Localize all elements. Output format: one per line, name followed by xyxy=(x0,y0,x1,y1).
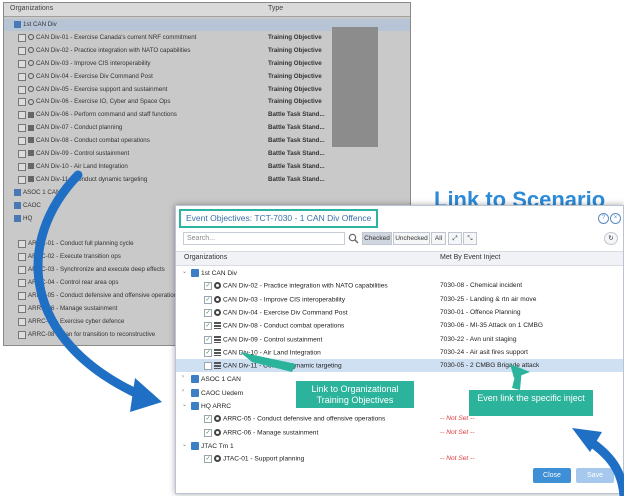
annotation-arrows xyxy=(33,170,624,496)
pointer-arrow-org xyxy=(240,352,296,372)
callout-org-objectives: Link to Organizational Training Objectiv… xyxy=(296,381,414,408)
callout-inject: Even link the specific inject xyxy=(469,390,593,416)
curved-arrow-right xyxy=(585,436,624,496)
curved-arrow-left-head xyxy=(130,378,162,412)
curved-arrow-left xyxy=(33,170,145,400)
